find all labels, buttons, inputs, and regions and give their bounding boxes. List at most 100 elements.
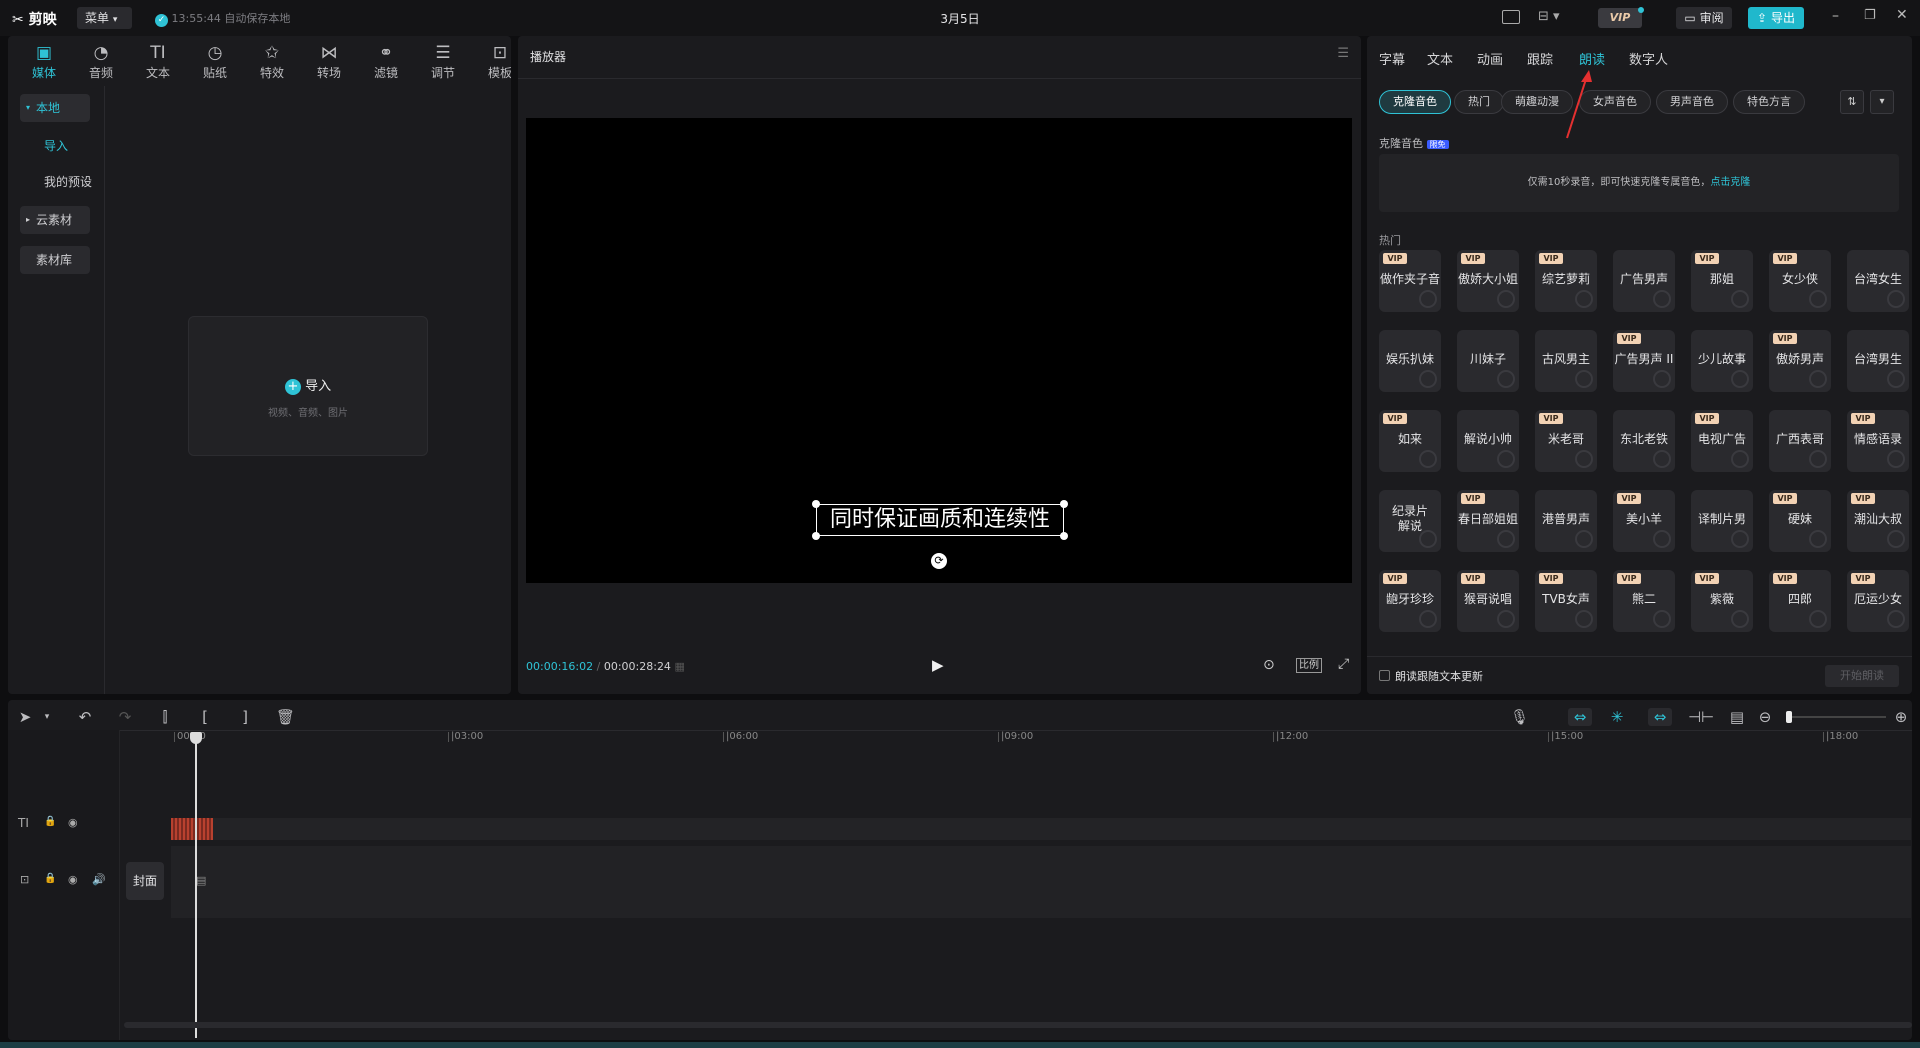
video-track[interactable] bbox=[171, 846, 1911, 918]
voice-card[interactable]: VIP 潮汕大叔 bbox=[1847, 490, 1909, 552]
text-icon: TI bbox=[150, 43, 166, 63]
voice-card[interactable]: VIP 紫薇 bbox=[1691, 570, 1753, 632]
playhead[interactable] bbox=[195, 732, 197, 1038]
play-icon[interactable]: ▶ bbox=[932, 656, 944, 674]
sidebar-item-local[interactable]: ▾ 本地 bbox=[20, 94, 90, 122]
text-track[interactable] bbox=[171, 818, 1911, 840]
resize-handle[interactable] bbox=[1060, 500, 1068, 508]
voice-card[interactable]: VIP 情感语录 bbox=[1847, 410, 1909, 472]
voice-card[interactable]: VIP 如来 bbox=[1379, 410, 1441, 472]
voice-card[interactable]: VIP 四郎 bbox=[1769, 570, 1831, 632]
screenshot-icon[interactable]: ⊙ bbox=[1263, 657, 1275, 673]
import-box[interactable]: + 导入 视频、音频、图片 bbox=[188, 316, 428, 456]
playhead-handle[interactable] bbox=[190, 732, 202, 744]
voice-card[interactable]: VIP 傲娇男声 bbox=[1769, 330, 1831, 392]
voice-card[interactable]: 东北老铁 bbox=[1613, 410, 1675, 472]
voice-grid: VIP 做作夹子音 VIP 傲娇大小姐 VIP 综艺萝莉 广告男声 VIP 那姐 VIP 女少侠 台湾… bbox=[1379, 250, 1912, 652]
vip-button[interactable]: VIP bbox=[1598, 8, 1642, 28]
voice-card[interactable]: VIP 厄运少女 bbox=[1847, 570, 1909, 632]
resize-handle[interactable] bbox=[812, 532, 820, 540]
tab-sticker[interactable]: ◷ 贴纸 bbox=[189, 40, 241, 86]
sidebar-item-presets[interactable]: 我的预设 bbox=[20, 168, 102, 196]
tab-media[interactable]: ▣ 媒体 bbox=[18, 40, 70, 86]
rotate-icon[interactable]: ⟳ bbox=[931, 553, 947, 569]
voice-card[interactable]: 译制片男 bbox=[1691, 490, 1753, 552]
tab-template[interactable]: ⊡ 模板 bbox=[474, 40, 511, 86]
voice-card[interactable]: VIP 猴哥说唱 bbox=[1457, 570, 1519, 632]
voice-card[interactable]: VIP 综艺萝莉 bbox=[1535, 250, 1597, 312]
voice-card[interactable]: 台湾女生 bbox=[1847, 250, 1909, 312]
text-clip[interactable] bbox=[171, 818, 213, 840]
time-ruler[interactable]: 00:00|03:00|06:00|09:00|12:00|15:00|18:0… bbox=[8, 700, 1912, 750]
clone-link[interactable]: 点击克隆 bbox=[1710, 177, 1750, 188]
voice-card[interactable]: VIP 春日部姐姐 bbox=[1457, 490, 1519, 552]
vip-badge: VIP bbox=[1695, 413, 1719, 424]
sidebar-item-cloud[interactable]: ▸ 云素材 bbox=[20, 206, 90, 234]
minimize-icon[interactable]: – bbox=[1832, 8, 1839, 24]
filter-chip[interactable]: 热门 bbox=[1454, 90, 1504, 114]
fullscreen-icon[interactable]: ⤢ bbox=[1338, 656, 1349, 672]
export-button[interactable]: ⇪ 导出 bbox=[1748, 7, 1804, 29]
sidebar-item-import[interactable]: 导入 bbox=[20, 132, 90, 160]
review-button[interactable]: ▭ 审阅 bbox=[1676, 7, 1732, 29]
filter-chip[interactable]: 男声音色 bbox=[1656, 90, 1728, 114]
player-menu-icon[interactable]: ☰ bbox=[1337, 46, 1349, 61]
eye-icon[interactable]: ◉ bbox=[68, 873, 78, 886]
follow-text-checkbox[interactable] bbox=[1379, 670, 1390, 681]
tab-filter[interactable]: ⚭ 滤镜 bbox=[360, 40, 412, 86]
layout-icon[interactable]: ⊟ ▾ bbox=[1538, 9, 1560, 24]
resize-handle[interactable] bbox=[1060, 532, 1068, 540]
voice-card[interactable]: 少儿故事 bbox=[1691, 330, 1753, 392]
tab-effects[interactable]: ✩ 特效 bbox=[246, 40, 298, 86]
eye-icon[interactable]: ◉ bbox=[68, 816, 78, 829]
horizontal-scrollbar[interactable] bbox=[124, 1022, 1912, 1028]
volume-icon[interactable]: 🔊 bbox=[92, 873, 106, 886]
tab-adjust[interactable]: ☰ 调节 bbox=[417, 40, 469, 86]
voice-card[interactable]: VIP 女少侠 bbox=[1769, 250, 1831, 312]
subtitle-icon[interactable] bbox=[1502, 10, 1520, 24]
voice-card[interactable]: 川妹子 bbox=[1457, 330, 1519, 392]
cover-button[interactable]: 封面 bbox=[126, 862, 164, 900]
voice-card[interactable]: VIP TVB女声 bbox=[1535, 570, 1597, 632]
voice-card[interactable]: VIP 那姐 bbox=[1691, 250, 1753, 312]
chevron-down-icon[interactable]: ▾ bbox=[1870, 90, 1894, 114]
voice-card[interactable]: 解说小帅 bbox=[1457, 410, 1519, 472]
tab-text[interactable]: TI 文本 bbox=[132, 40, 184, 86]
filter-chip[interactable]: 克隆音色 bbox=[1379, 90, 1451, 114]
lock-icon[interactable]: 🔒 bbox=[44, 873, 56, 884]
filter-chip[interactable]: 萌趣动漫 bbox=[1501, 90, 1573, 114]
voice-card[interactable]: VIP 美小羊 bbox=[1613, 490, 1675, 552]
voice-card[interactable]: 港普男声 bbox=[1535, 490, 1597, 552]
video-canvas[interactable]: 同时保证画质和连续性 ⟳ bbox=[526, 118, 1352, 583]
voice-card[interactable]: VIP 广告男声 II bbox=[1613, 330, 1675, 392]
sort-icon[interactable]: ⇅ bbox=[1840, 90, 1864, 114]
start-reading-button[interactable]: 开始朗读 bbox=[1825, 665, 1899, 687]
voice-card[interactable]: VIP 傲娇大小姐 bbox=[1457, 250, 1519, 312]
voice-name: 熊二 bbox=[1631, 592, 1656, 606]
voice-card[interactable]: VIP 电视广告 bbox=[1691, 410, 1753, 472]
voice-name: 台湾男生 bbox=[1853, 352, 1902, 366]
ratio-button[interactable]: 比例 bbox=[1296, 658, 1322, 673]
voice-card[interactable]: 台湾男生 bbox=[1847, 330, 1909, 392]
sidebar-item-library[interactable]: 素材库 bbox=[20, 246, 90, 274]
resize-handle[interactable] bbox=[812, 500, 820, 508]
voice-card[interactable]: 纪录片解说 bbox=[1379, 490, 1441, 552]
lock-icon[interactable]: 🔒 bbox=[44, 816, 56, 827]
tab-audio[interactable]: ◔ 音频 bbox=[75, 40, 127, 86]
voice-card[interactable]: 广告男声 bbox=[1613, 250, 1675, 312]
voice-card[interactable]: VIP 熊二 bbox=[1613, 570, 1675, 632]
subtitle-box[interactable]: 同时保证画质和连续性 bbox=[812, 500, 1068, 540]
voice-name: 傲娇大小姐 bbox=[1457, 272, 1518, 286]
voice-card[interactable]: VIP 硬妹 bbox=[1769, 490, 1831, 552]
voice-card[interactable]: VIP 米老哥 bbox=[1535, 410, 1597, 472]
close-icon[interactable]: ✕ bbox=[1896, 7, 1908, 23]
voice-card[interactable]: VIP 做作夹子音 bbox=[1379, 250, 1441, 312]
voice-card[interactable]: 广西表哥 bbox=[1769, 410, 1831, 472]
voice-name: 东北老铁 bbox=[1619, 432, 1668, 446]
restore-icon[interactable]: ❐ bbox=[1864, 8, 1876, 23]
voice-card[interactable]: 古风男主 bbox=[1535, 330, 1597, 392]
voice-card[interactable]: VIP 龅牙珍珍 bbox=[1379, 570, 1441, 632]
voice-card[interactable]: 娱乐扒妹 bbox=[1379, 330, 1441, 392]
tab-transition[interactable]: ⋈ 转场 bbox=[303, 40, 355, 86]
filter-chip[interactable]: 特色方言 bbox=[1733, 90, 1805, 114]
